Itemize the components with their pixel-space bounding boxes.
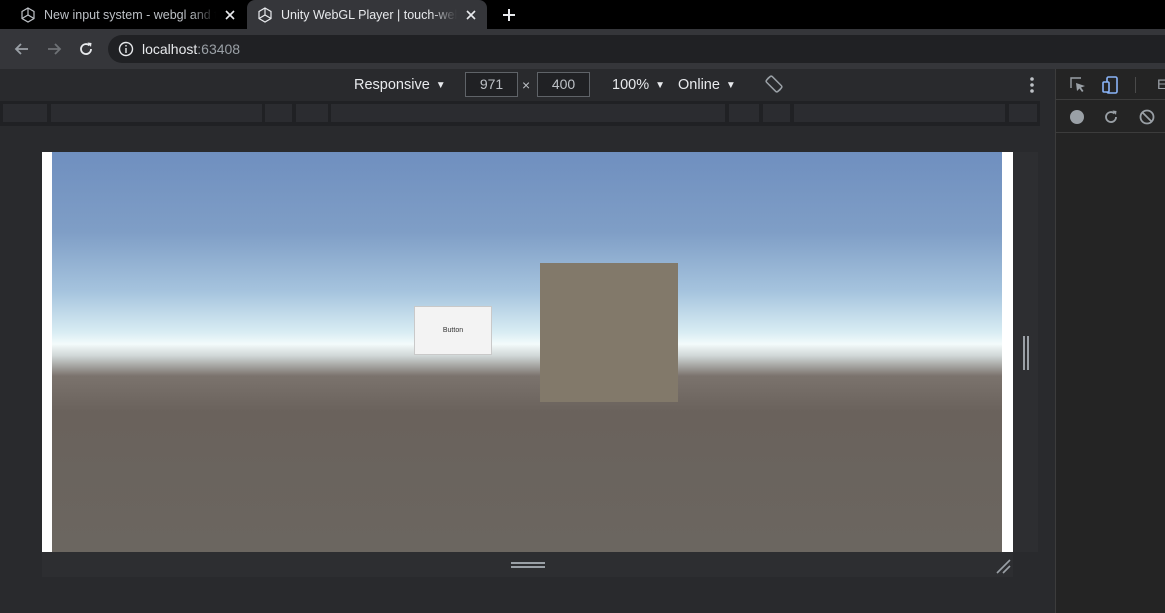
address-bar[interactable]: localhost:63408 — [108, 35, 1165, 63]
arrow-left-icon — [14, 43, 28, 55]
tab-title: Unity WebGL Player | touch-webg — [281, 7, 457, 22]
devtools-tab-elements[interactable]: E — [1157, 76, 1165, 92]
device-toolbar: Responsive ▼ 971 × 400 100% ▼ Online ▼ — [0, 69, 1055, 101]
back-button[interactable] — [10, 37, 34, 61]
devtools-panel: E — [1055, 69, 1165, 613]
resize-handle-icon[interactable] — [1022, 336, 1030, 370]
media-query-segment[interactable] — [296, 104, 328, 122]
dimension-separator: × — [522, 77, 531, 93]
device-viewport: Button — [42, 152, 1013, 552]
media-query-segment[interactable] — [3, 104, 47, 122]
page-area: Responsive ▼ 971 × 400 100% ▼ Online ▼ B… — [0, 69, 1055, 613]
plus-icon — [503, 9, 515, 21]
zoom-label: 100% — [612, 77, 650, 93]
inspect-icon[interactable] — [1068, 75, 1088, 95]
height-input[interactable]: 400 — [537, 72, 590, 97]
info-icon[interactable] — [118, 41, 134, 57]
media-query-segment[interactable] — [1009, 104, 1037, 122]
caret-down-icon: ▼ — [435, 79, 446, 91]
resize-right-bar — [1013, 152, 1038, 552]
unity-ui-button[interactable]: Button — [414, 306, 492, 355]
caret-down-icon: ▼ — [655, 79, 665, 91]
width-input[interactable]: 971 — [465, 72, 518, 97]
media-query-bar — [0, 101, 1040, 126]
forward-button[interactable] — [42, 37, 66, 61]
unity-icon — [258, 6, 272, 23]
media-query-segment[interactable] — [729, 104, 759, 122]
url-host: localhost — [142, 41, 198, 57]
media-query-segment[interactable] — [763, 104, 790, 122]
reload-icon — [80, 42, 92, 55]
unity-cube — [540, 263, 678, 402]
tab-strip: New input system - webgl and to Unity We… — [0, 0, 1165, 29]
reload-icon[interactable] — [1101, 107, 1121, 127]
clear-icon[interactable] — [1137, 107, 1157, 127]
tab-unity-webgl-player[interactable]: Unity WebGL Player | touch-webg — [247, 0, 487, 29]
media-query-segment[interactable] — [51, 104, 262, 122]
unity-canvas[interactable]: Button — [52, 152, 1002, 552]
rotate-icon[interactable] — [764, 74, 784, 94]
device-toggle-icon[interactable] — [1101, 75, 1121, 95]
devtools-separator — [1135, 77, 1136, 93]
resize-bottom-bar — [42, 552, 1013, 577]
devtools-subtoolbar — [1056, 100, 1165, 133]
close-icon[interactable] — [461, 5, 481, 25]
throttle-select[interactable]: Online ▼ — [678, 74, 736, 96]
device-label: Responsive — [354, 77, 430, 93]
tab-title: New input system - webgl and to — [44, 7, 216, 22]
media-query-segment[interactable] — [794, 104, 1005, 122]
close-icon[interactable] — [220, 5, 240, 25]
zoom-select[interactable]: 100% ▼ — [612, 74, 665, 96]
browser-toolbar: localhost:63408 — [0, 29, 1165, 69]
new-tab-button[interactable] — [498, 4, 520, 26]
more-options-icon[interactable] — [1024, 75, 1040, 95]
arrow-right-icon — [48, 43, 62, 55]
tab-new-input-system[interactable]: New input system - webgl and to — [10, 0, 246, 29]
record-icon[interactable] — [1067, 107, 1087, 127]
throttle-label: Online — [678, 77, 720, 93]
resize-handle-icon[interactable] — [511, 561, 545, 569]
reload-button[interactable] — [74, 37, 98, 61]
unity-icon — [21, 6, 35, 23]
media-query-segment[interactable] — [265, 104, 292, 122]
url-port: :63408 — [197, 41, 241, 57]
device-select[interactable]: Responsive ▼ — [354, 74, 446, 96]
devtools-tabbar: E — [1056, 69, 1165, 100]
caret-down-icon: ▼ — [725, 79, 736, 91]
resize-corner-icon[interactable] — [995, 558, 1011, 574]
media-query-segment[interactable] — [331, 104, 725, 122]
